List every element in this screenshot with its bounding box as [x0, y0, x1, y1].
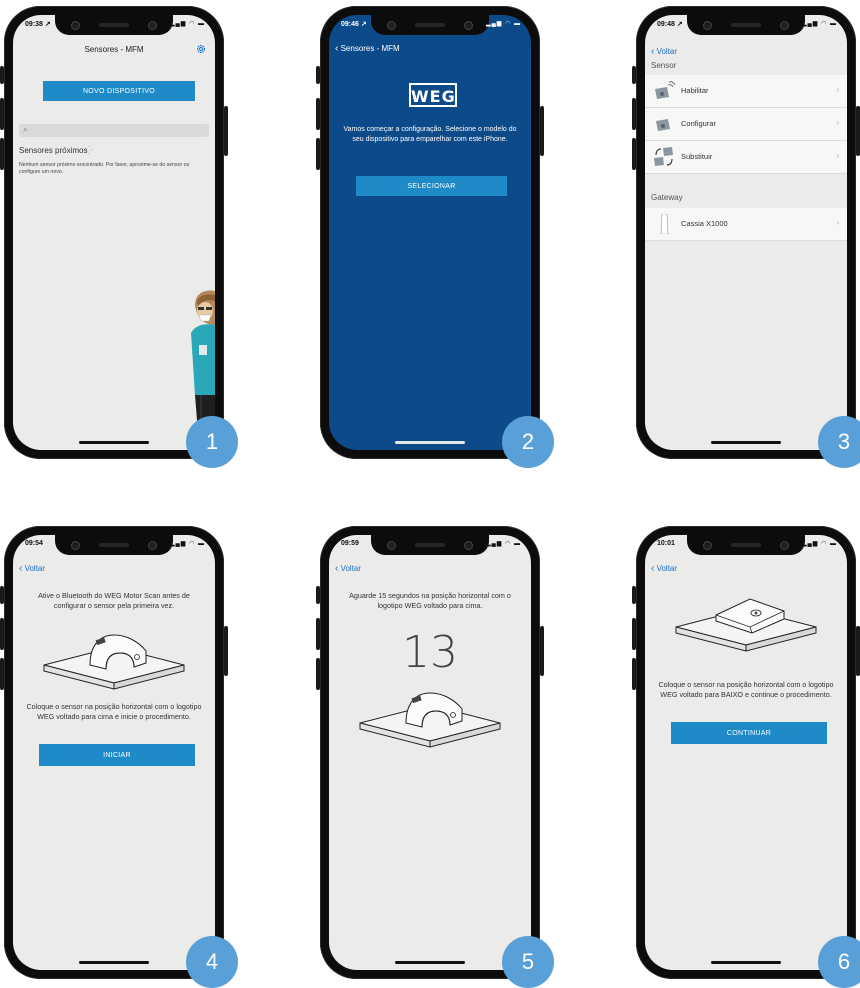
sensor-replace-icon	[653, 147, 675, 167]
screen-1: 09:38 ↗ ▂▄▆ ◠ ▬ Sensores - MFM NOVO DISP…	[13, 15, 215, 450]
chevron-right-icon: ›	[836, 85, 839, 94]
chevron-left-icon: ‹	[651, 563, 655, 574]
list-item-configurar[interactable]: Configurar ›	[645, 108, 847, 141]
bluetooth-intro: Ative o Bluetooth do WEG Motor Scan ante…	[38, 591, 190, 610]
list-item-label: Habilitar	[681, 86, 709, 95]
chevron-right-icon: ›	[836, 218, 839, 227]
step-badge: 2	[502, 416, 554, 468]
back-label: Voltar	[656, 47, 678, 56]
wait-message: Aguarde 15 segundos na posição horizonta…	[349, 591, 511, 610]
sensor-config-icon	[653, 114, 675, 134]
back-label: Voltar	[340, 564, 362, 573]
countdown-number: 13	[402, 627, 458, 678]
back-button[interactable]: ‹ Voltar	[651, 563, 677, 574]
phone-screen-4: 09:54 ▂▄▆ ◠ ▬ ‹ Voltar Ative o Bluetooth…	[0, 526, 238, 988]
home-indicator[interactable]	[711, 441, 781, 444]
home-indicator[interactable]	[711, 961, 781, 964]
home-indicator[interactable]	[79, 441, 149, 444]
step-badge: 1	[186, 416, 238, 468]
back-button[interactable]: ‹ Voltar	[335, 563, 361, 574]
status-icons: ▂▄▆ ◠ ▬	[485, 541, 521, 547]
list-item-habilitar[interactable]: Habilitar ›	[645, 75, 847, 108]
chevron-left-icon: ‹	[19, 563, 23, 574]
chevron-right-icon: ›	[836, 118, 839, 127]
section-gateway: Gateway	[651, 193, 683, 202]
page-title: Sensores - MFM	[84, 45, 144, 54]
list-item-label: Cassia X1000	[681, 219, 728, 228]
weg-logo: WEG	[409, 83, 457, 107]
phone-screen-5: 09:59 ▂▄▆ ◠ ▬ ‹ Voltar Aguarde 15 segund…	[316, 526, 554, 988]
back-button[interactable]: ‹ Voltar	[19, 563, 45, 574]
chevron-left-icon: ‹	[335, 563, 339, 574]
step-badge: 4	[186, 936, 238, 988]
new-device-button[interactable]: NOVO DISPOSITIVO	[43, 81, 195, 101]
search-input[interactable]: ⌕	[19, 124, 209, 137]
status-icons: ▂▄▆ ◠ ▬	[169, 541, 205, 547]
config-message: Vamos começar a configuração. Selecione …	[343, 126, 517, 143]
search-icon: ⌕	[23, 125, 28, 134]
select-button[interactable]: SELECIONAR	[356, 176, 507, 196]
start-button[interactable]: INICIAR	[39, 744, 195, 766]
gear-icon[interactable]	[195, 42, 207, 54]
back-button[interactable]: ‹ Voltar	[651, 46, 677, 57]
status-time: 09:59	[341, 540, 359, 547]
sensor-illustration	[350, 685, 510, 751]
list-item-label: Substituir	[681, 152, 713, 161]
status-icons: ▂▄▆ ◠ ▬	[485, 21, 521, 27]
phone-screen-1: 09:38 ↗ ▂▄▆ ◠ ▬ Sensores - MFM NOVO DISP…	[0, 6, 238, 468]
screen-5: 09:59 ▂▄▆ ◠ ▬ ‹ Voltar Aguarde 15 segund…	[329, 535, 531, 970]
status-icons: ▂▄▆ ◠ ▬	[169, 21, 205, 27]
instruction-text: Coloque o sensor na posição horizontal c…	[26, 702, 202, 721]
continue-button[interactable]: CONTINUAR	[671, 722, 827, 744]
status-time: 09:54	[25, 540, 43, 547]
list-item-cassia[interactable]: Cassia X1000 ›	[645, 208, 847, 241]
gateway-device-icon	[653, 213, 675, 235]
sensor-illustration	[34, 627, 194, 693]
chevron-left-icon: ‹	[335, 43, 339, 54]
back-button[interactable]: ‹ Sensores - MFM	[335, 43, 400, 54]
status-time: 09:38 ↗	[25, 21, 51, 28]
section-title: Sensores próximos	[19, 146, 88, 155]
home-indicator[interactable]	[395, 441, 465, 444]
instruction-text: Coloque o sensor na posição horizontal c…	[658, 680, 834, 699]
status-time: 10:01	[657, 540, 675, 547]
phone-screen-2: 09:46 ↗ ▂▄▆ ◠ ▬ ‹ Sensores - MFM WEG Vam…	[316, 6, 554, 468]
back-label: Sensores - MFM	[340, 44, 400, 53]
list-item-substituir[interactable]: Substituir ›	[645, 141, 847, 174]
screen-4: 09:54 ▂▄▆ ◠ ▬ ‹ Voltar Ative o Bluetooth…	[13, 535, 215, 970]
status-time: 09:48 ↗	[657, 21, 683, 28]
spinner-icon: ⁛	[86, 146, 93, 155]
back-label: Voltar	[656, 564, 678, 573]
step-badge: 5	[502, 936, 554, 988]
sensor-down-illustration	[666, 589, 826, 655]
screen-6: 10:01 ▂▄▆ ◠ ▬ ‹ Voltar Coloque o sensor …	[645, 535, 847, 970]
section-sensor: Sensor	[651, 61, 677, 70]
sensor-enable-icon	[653, 81, 676, 101]
back-label: Voltar	[24, 564, 46, 573]
list-item-label: Configurar	[681, 119, 717, 128]
chevron-right-icon: ›	[836, 151, 839, 160]
empty-message: Nenhum sensor próximo encontrado. Por fa…	[19, 162, 190, 176]
phone-screen-6: 10:01 ▂▄▆ ◠ ▬ ‹ Voltar Coloque o sensor …	[632, 526, 860, 988]
step-badge: 3	[818, 416, 860, 468]
phone-screen-3: 09:48 ↗ ▂▄▆ ◠ ▬ ‹ Voltar Sensor Habilita…	[632, 6, 860, 468]
screen-2: 09:46 ↗ ▂▄▆ ◠ ▬ ‹ Sensores - MFM WEG Vam…	[329, 15, 531, 450]
status-icons: ▂▄▆ ◠ ▬	[801, 21, 837, 27]
status-icons: ▂▄▆ ◠ ▬	[801, 541, 837, 547]
home-indicator[interactable]	[395, 961, 465, 964]
status-time: 09:46 ↗	[341, 21, 367, 28]
home-indicator[interactable]	[79, 961, 149, 964]
step-badge: 6	[818, 936, 860, 988]
screen-3: 09:48 ↗ ▂▄▆ ◠ ▬ ‹ Voltar Sensor Habilita…	[645, 15, 847, 450]
chevron-left-icon: ‹	[651, 46, 655, 57]
